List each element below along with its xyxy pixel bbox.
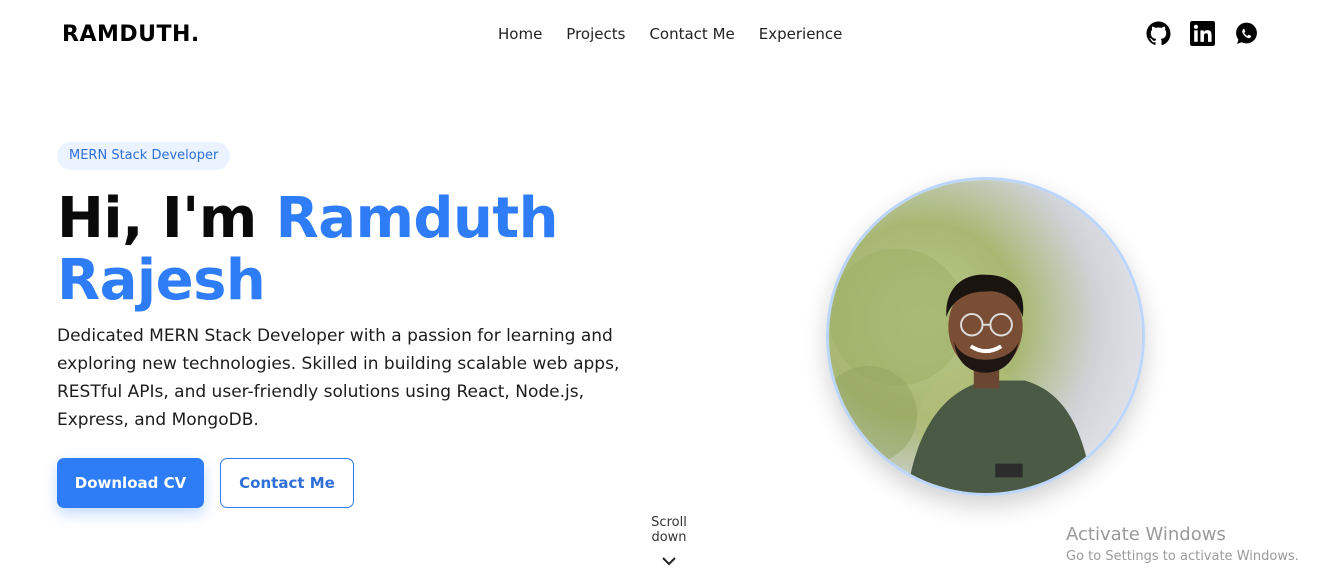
nav-link-experience[interactable]: Experience — [759, 25, 843, 43]
greeting-text: Hi, I'm — [57, 186, 257, 251]
social-links — [1146, 21, 1259, 46]
download-cv-button[interactable]: Download CV — [57, 458, 204, 508]
nav-link-contact[interactable]: Contact Me — [649, 25, 734, 43]
nav-link-projects[interactable]: Projects — [566, 25, 625, 43]
linkedin-icon[interactable] — [1190, 21, 1215, 46]
nav-link-home[interactable]: Home — [498, 25, 542, 43]
github-icon[interactable] — [1146, 21, 1171, 46]
hero-headline: Hi, I'm Ramduth Rajesh — [57, 188, 657, 312]
scroll-down-label: Scroll down — [651, 515, 687, 545]
scroll-down-indicator[interactable]: Scroll down — [632, 515, 706, 567]
chevron-down-icon — [662, 557, 676, 566]
windows-activation-watermark: Activate Windows Go to Settings to activ… — [1066, 524, 1299, 564]
nav-menu: Home Projects Contact Me Experience — [498, 25, 842, 43]
name-first: Ramduth — [275, 186, 559, 251]
profile-photo — [826, 177, 1145, 496]
contact-me-button[interactable]: Contact Me — [220, 458, 354, 508]
navbar: RAMDUTH. Home Projects Contact Me Experi… — [0, 0, 1335, 68]
hero-description: Dedicated MERN Stack Developer with a pa… — [57, 326, 620, 430]
logo[interactable]: RAMDUTH. — [62, 22, 200, 47]
whatsapp-icon[interactable] — [1234, 21, 1259, 46]
watermark-subtitle: Go to Settings to activate Windows. — [1066, 549, 1299, 564]
name-last: Rajesh — [57, 248, 266, 313]
role-badge: MERN Stack Developer — [57, 142, 231, 170]
watermark-title: Activate Windows — [1066, 524, 1226, 545]
